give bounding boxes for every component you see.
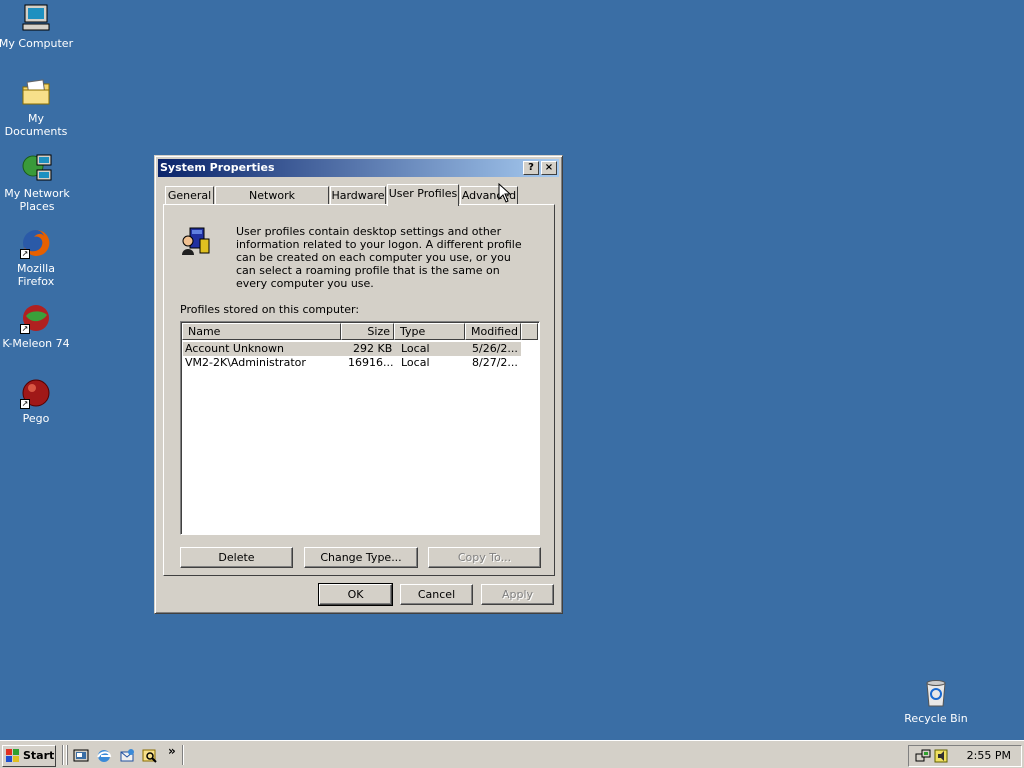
column-header-filler <box>521 323 538 340</box>
tab-user-profiles[interactable]: User Profiles <box>387 184 459 206</box>
window-title: System Properties <box>160 161 275 174</box>
start-label: Start <box>23 749 55 762</box>
title-bar[interactable]: System Properties ? × <box>158 159 559 177</box>
taskbar-separator <box>66 745 68 765</box>
column-header-modified[interactable]: Modified <box>465 323 521 340</box>
clock[interactable]: 2:55 PM <box>967 746 1011 766</box>
desktop-icon-label: My Network Places <box>4 187 70 213</box>
desktop-icon-mozilla-firefox[interactable]: ↗ Mozilla Firefox <box>0 227 74 288</box>
table-row[interactable]: VM2-2K\Administrator 16916... Local 8/27… <box>183 356 521 370</box>
user-profiles-panel: User profiles contain desktop settings a… <box>163 204 555 576</box>
system-tray: 2:55 PM <box>908 745 1022 767</box>
shortcut-arrow-icon: ↗ <box>20 399 30 409</box>
desktop-icon-label: Pego <box>22 412 50 425</box>
cell-type: Local <box>401 356 430 369</box>
cell-name: VM2-2K\Administrator <box>185 356 306 369</box>
cell-size: 292 KB <box>353 342 393 355</box>
change-type-button[interactable]: Change Type... <box>304 547 418 568</box>
taskbar-separator <box>182 745 184 765</box>
profiles-label: Profiles stored on this computer: <box>180 303 360 316</box>
column-header-size[interactable]: Size <box>341 323 394 340</box>
search-icon[interactable] <box>142 748 158 764</box>
pego-icon: ↗ <box>20 377 52 409</box>
taskbar-separator <box>62 745 64 765</box>
my-network-places-icon <box>21 152 53 184</box>
list-header: Name Size Type Modified <box>182 323 538 340</box>
shortcut-arrow-icon: ↗ <box>20 249 30 259</box>
column-header-type[interactable]: Type <box>394 323 465 340</box>
desktop-icon-label: K-Meleon 74 <box>2 337 70 350</box>
recycle-bin-icon <box>920 677 952 709</box>
tab-hardware[interactable]: Hardware <box>330 186 386 205</box>
shortcut-arrow-icon: ↗ <box>20 324 30 334</box>
copy-to-button[interactable]: Copy To... <box>428 547 541 568</box>
volume-tray-icon[interactable] <box>933 748 949 764</box>
profiles-list[interactable]: Name Size Type Modified Account Unknown … <box>180 321 540 535</box>
cell-modified: 8/27/2... <box>472 356 518 369</box>
taskbar: Start » 2:55 PM <box>0 740 1024 768</box>
system-properties-window: System Properties ? × General Network Id… <box>154 155 563 614</box>
quick-launch-more-button[interactable]: » <box>168 744 176 758</box>
user-profiles-icon <box>180 225 212 257</box>
cell-modified: 5/26/2... <box>472 342 518 355</box>
ok-button[interactable]: OK <box>318 583 393 606</box>
table-row[interactable]: Account Unknown 292 KB Local 5/26/2... <box>183 342 521 356</box>
column-header-name[interactable]: Name <box>182 323 341 340</box>
desktop-icon-recycle-bin[interactable]: Recycle Bin <box>898 677 974 725</box>
my-documents-icon <box>20 77 52 109</box>
k-meleon-icon: ↗ <box>20 302 52 334</box>
show-desktop-icon[interactable] <box>73 748 89 764</box>
apply-button[interactable]: Apply <box>481 584 554 605</box>
desktop-icon-label: My Documents <box>4 112 68 138</box>
cancel-button[interactable]: Cancel <box>400 584 473 605</box>
desktop-icon-my-computer[interactable]: My Computer <box>0 2 74 50</box>
tab-network-identification[interactable]: Network Identification <box>215 186 329 219</box>
cell-name: Account Unknown <box>185 342 284 355</box>
network-tray-icon[interactable] <box>915 748 931 764</box>
tab-general[interactable]: General <box>165 186 214 205</box>
desktop-icon-my-documents[interactable]: My Documents <box>0 77 74 138</box>
desktop-icon-k-meleon[interactable]: ↗ K-Meleon 74 <box>0 302 74 350</box>
user-profiles-description: User profiles contain desktop settings a… <box>236 225 522 290</box>
cell-size: 16916... <box>348 356 394 369</box>
desktop-icon-label: Mozilla Firefox <box>17 262 55 288</box>
help-button[interactable]: ? <box>523 161 539 175</box>
cell-type: Local <box>401 342 430 355</box>
desktop-icon-label: Recycle Bin <box>904 712 968 725</box>
firefox-icon: ↗ <box>20 227 52 259</box>
internet-explorer-icon[interactable] <box>96 748 112 764</box>
desktop-icon-label: My Computer <box>0 37 74 50</box>
desktop-icon-my-network-places[interactable]: My Network Places <box>0 152 76 213</box>
delete-button[interactable]: Delete <box>180 547 293 568</box>
my-computer-icon <box>20 2 52 34</box>
close-button[interactable]: × <box>541 161 557 175</box>
mouse-cursor-icon <box>498 182 512 203</box>
windows-logo-icon <box>6 749 20 763</box>
start-button[interactable]: Start <box>2 745 56 767</box>
outlook-express-icon[interactable] <box>119 748 135 764</box>
desktop-icon-pego[interactable]: ↗ Pego <box>0 377 74 425</box>
